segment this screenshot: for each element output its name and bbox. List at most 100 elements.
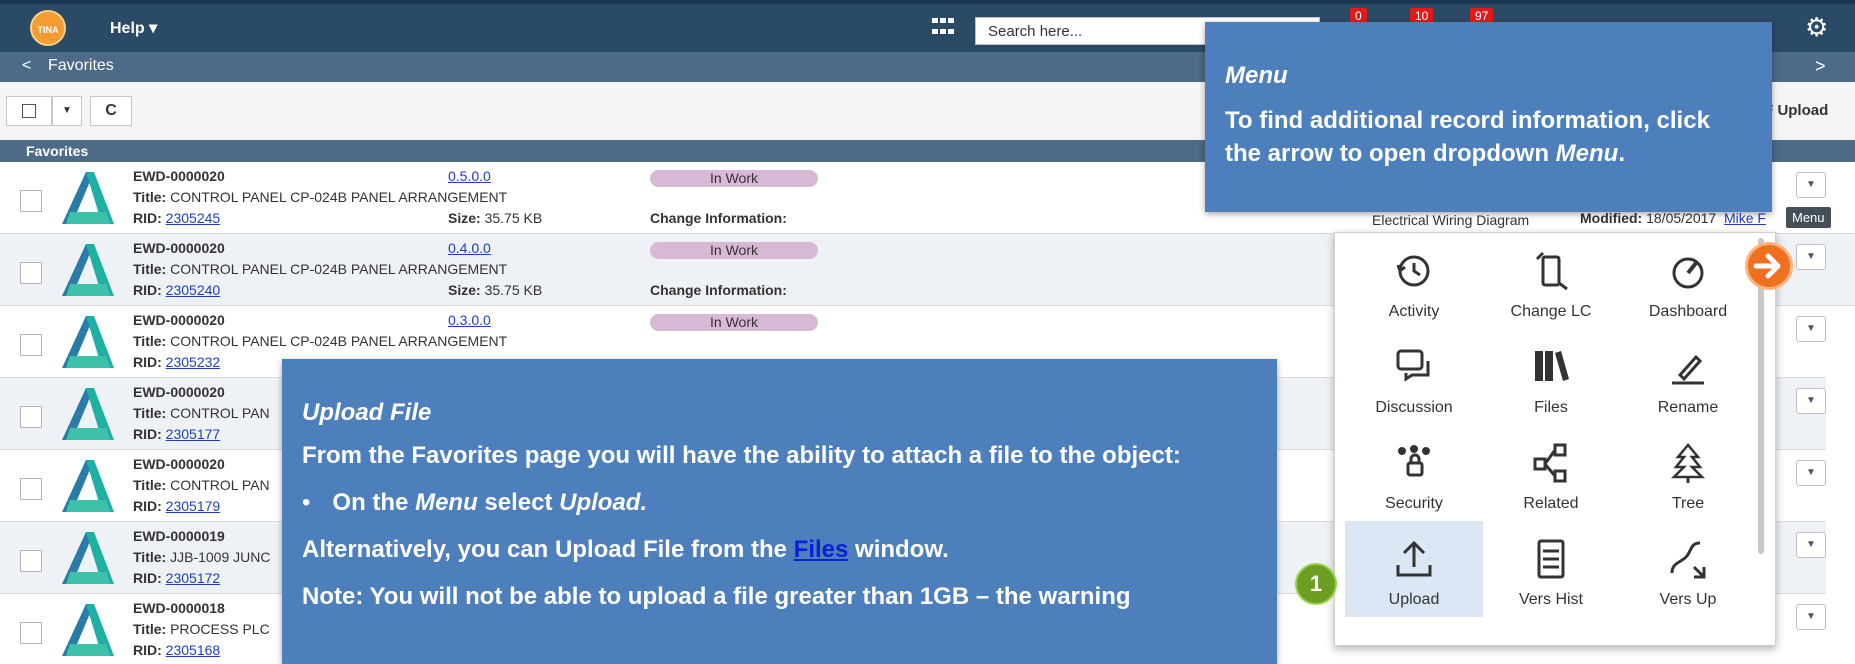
menu-dropdown-button[interactable]: ▼ [1796,604,1826,630]
help-menu[interactable]: Help ▾ [110,18,157,38]
version-history-icon [1529,537,1573,581]
row-checkbox[interactable] [20,406,42,428]
menu-item-vers-up[interactable]: Vers Up [1619,521,1757,617]
modified-info: Modified: 18/05/2017 Mike F [1580,210,1766,226]
menu-item-activity[interactable]: Activity [1345,233,1483,329]
upload-label: Upload [1777,102,1829,119]
page-title: Favorites [48,57,114,74]
record-name: EWD-0000019 [133,528,225,544]
upload-callout: Upload File From the Favorites page you … [282,359,1277,664]
menu-dropdown-button[interactable]: ▼ [1796,532,1826,558]
menu-dropdown-button[interactable]: ▼ [1796,460,1826,486]
menu-item-label: Activity [1388,303,1440,320]
select-all-checkbox[interactable] [6,96,52,126]
callout-text: To find additional record information, c… [1225,107,1710,167]
menu-item-related[interactable]: Related [1482,425,1620,521]
row-checkbox[interactable] [20,262,42,284]
menu-item-label: Related [1523,495,1579,512]
menu-item-files[interactable]: Files [1482,329,1620,425]
callout-bullet: • On the Menu select Upload. [302,489,648,516]
record-name: EWD-0000020 [133,312,225,328]
menu-dropdown-button[interactable]: ▼ [1796,244,1826,270]
callout-paragraph: From the Favorites page you will have th… [302,442,1181,469]
record-rid: RID: 2305177 [133,426,221,442]
record-title: Title: CONTROL PANEL CP-024B PANEL ARRAN… [133,333,508,349]
row-checkbox[interactable] [20,190,42,212]
status-badge: In Work [650,242,818,259]
menu-item-label: Dashboard [1648,303,1728,320]
arrow-right-icon [1745,242,1793,290]
menu-item-dashboard[interactable]: Dashboard [1619,233,1757,329]
menu-item-upload[interactable]: Upload [1345,521,1483,617]
menu-item-discussion[interactable]: Discussion [1345,329,1483,425]
autodesk-file-icon [62,604,114,656]
app-logo[interactable]: TINA [30,10,66,46]
row-checkbox[interactable] [20,550,42,572]
rid-link[interactable]: 2305232 [166,354,221,370]
user-link[interactable]: Mike F [1724,210,1766,226]
menu-item-label: Vers Hist [1518,591,1583,608]
rid-link[interactable]: 2305168 [166,642,221,658]
row-checkbox[interactable] [20,478,42,500]
record-name: EWD-0000020 [133,240,225,256]
menu-item-label: Security [1385,495,1443,512]
menu-item-rename[interactable]: Rename [1619,329,1757,425]
record-rid: RID: 2305172 [133,570,221,586]
chat-icon [1392,345,1436,389]
record-type: Electrical Wiring Diagram [1372,212,1530,228]
record-name: EWD-0000020 [133,168,225,184]
row-checkbox[interactable] [20,622,42,644]
version-link[interactable]: 0.4.0.0 [448,240,491,256]
record-dropdown-menu: Activity Change LC Dashboard Discussion … [1334,232,1776,646]
menu-item-change-lc[interactable]: Change LC [1482,233,1620,329]
change-lc-icon [1529,249,1573,293]
record-title: Title: CONTROL PANEL CP-024B PANEL ARRAN… [133,261,508,277]
menu-item-label: Rename [1657,399,1719,416]
menu-item-tree[interactable]: Tree [1619,425,1757,521]
record-title: Title: CONTROL PANEL CP-024B PANEL ARRAN… [133,189,508,205]
status-badge: In Work [650,170,818,187]
record-name: EWD-0000018 [133,600,225,616]
refresh-button[interactable]: C [90,96,132,126]
record-rid: RID: 2305168 [133,642,221,658]
rid-link[interactable]: 2305179 [166,498,221,514]
callout-heading: Menu [1225,62,1288,89]
history-icon [1392,249,1436,293]
security-icon [1392,441,1436,485]
autodesk-file-icon [62,532,114,584]
select-dropdown-button[interactable]: ▼ [52,96,82,126]
record-rid: RID: 2305179 [133,498,221,514]
rid-link[interactable]: 2305172 [166,570,221,586]
gauge-icon [1666,249,1710,293]
record-title: Title: PROCESS PLC [133,621,270,637]
menu-item-label: Discussion [1375,399,1453,416]
record-name: EWD-0000020 [133,384,225,400]
version-link[interactable]: 0.3.0.0 [448,312,491,328]
file-size: Size: 35.75 KB [448,282,543,298]
menu-dropdown-button[interactable]: ▼ [1796,388,1826,414]
upload-button[interactable]: ⭱ Upload [1768,100,1828,125]
menu-item-security[interactable]: Security [1345,425,1483,521]
pen-icon [1666,345,1710,389]
record-title: Title: CONTROL PAN [133,477,270,493]
menu-item-vers-hist[interactable]: Vers Hist [1482,521,1620,617]
upload-icon [1392,537,1436,581]
rid-link[interactable]: 2305245 [166,210,221,226]
record-title: Title: JJB-1009 JUNC [133,549,271,565]
record-rid: RID: 2305240 [133,282,221,298]
rid-link[interactable]: 2305177 [166,426,221,442]
record-name: EWD-0000020 [133,456,225,472]
row-checkbox[interactable] [20,334,42,356]
back-button[interactable]: < [22,57,31,75]
menu-dropdown-button[interactable]: ▼ [1796,316,1826,342]
file-size: Size: 35.75 KB [448,210,543,226]
gear-icon[interactable]: ⚙ [1805,12,1828,42]
menu-dropdown-button[interactable]: ▼ [1796,172,1826,198]
menu-item-label: Vers Up [1659,591,1717,608]
apps-grid-icon[interactable] [932,18,956,38]
forward-button[interactable]: > [1815,56,1826,77]
files-link[interactable]: Files [794,536,849,563]
rid-link[interactable]: 2305240 [166,282,221,298]
version-link[interactable]: 0.5.0.0 [448,168,491,184]
menu-item-label: Tree [1671,495,1705,512]
